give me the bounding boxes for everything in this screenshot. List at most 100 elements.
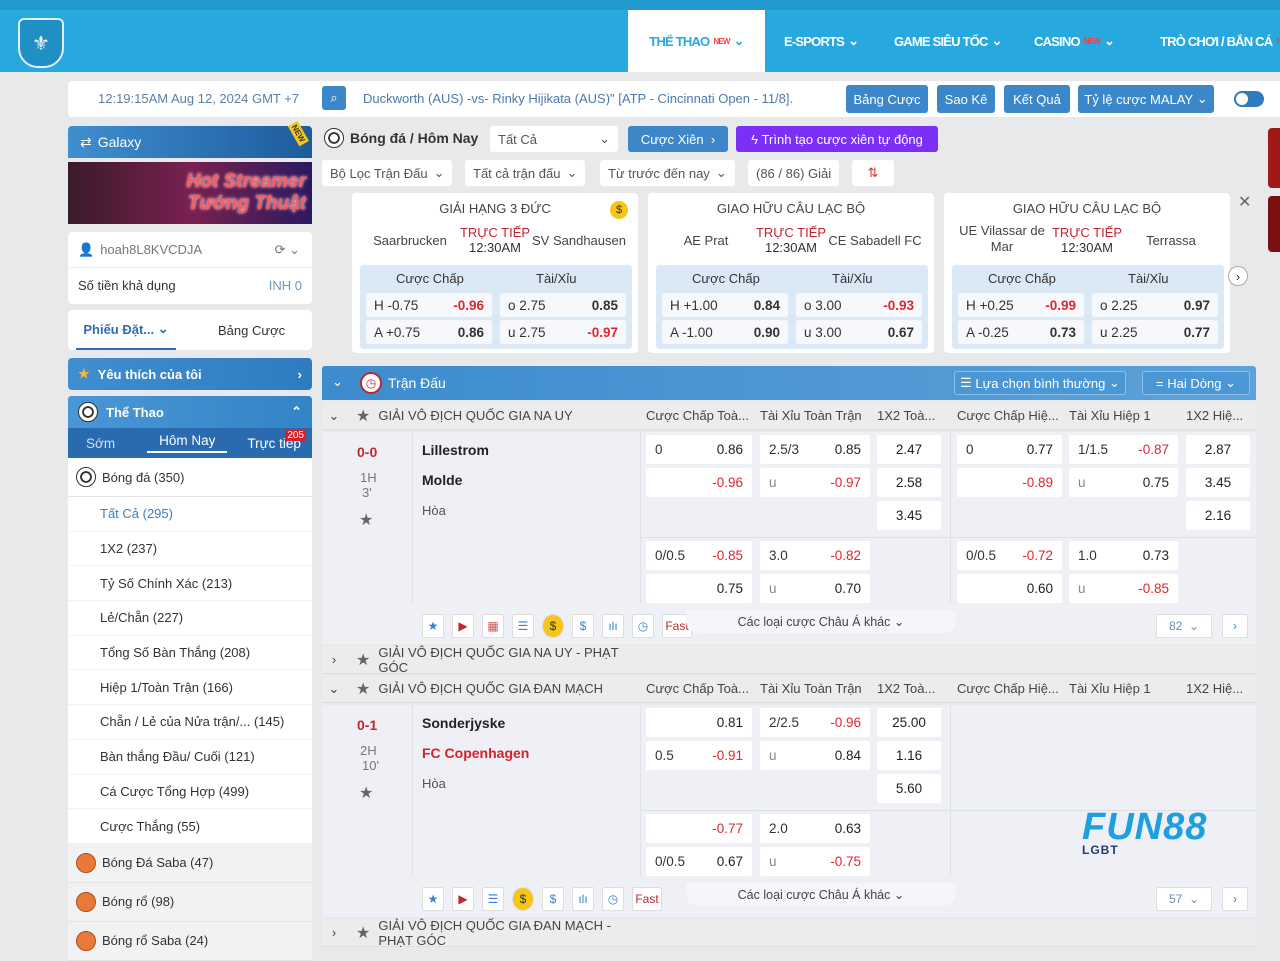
odds-cell[interactable]: 1.0 0.73: [1069, 541, 1178, 570]
odds-button[interactable]: u 2.75 -0.97: [500, 320, 626, 344]
odds-button[interactable]: H +0.25 -0.99: [958, 293, 1084, 317]
next-arrow-icon[interactable]: ›: [1228, 266, 1248, 286]
star-icon[interactable]: ★: [422, 887, 444, 911]
odds-1x2-cell[interactable]: 25.00: [877, 708, 941, 737]
sports-header[interactable]: Thể Thao ⌃: [68, 396, 312, 428]
odds-cell[interactable]: 0.75: [646, 574, 752, 603]
star-icon[interactable]: ★: [356, 406, 370, 426]
results-button[interactable]: Kết Quả: [1004, 85, 1070, 113]
chevron-icon[interactable]: ⌄: [322, 408, 346, 424]
odds-type-select[interactable]: Tỷ lệ cược MALAY ⌄: [1078, 85, 1214, 113]
tab-betslip[interactable]: Phiếu Đặt... ⌄: [76, 310, 176, 350]
nav-games-fishing[interactable]: TRÒ CHƠI / BẮN CÁNE: [1160, 10, 1280, 72]
stats-grid-icon[interactable]: ▦: [482, 614, 504, 638]
odds-cell[interactable]: -0.96: [646, 468, 752, 497]
market-filter-select[interactable]: Tất Cả ⌄: [490, 126, 618, 152]
match-filter-select[interactable]: Bộ Lọc Trận Đấu ⌄: [322, 160, 453, 186]
star-icon[interactable]: ★: [356, 679, 370, 699]
odds-cell[interactable]: -0.77: [646, 814, 752, 843]
bet-list-button[interactable]: Bảng Cược: [846, 85, 928, 113]
away-team[interactable]: FC Copenhagen: [422, 745, 529, 761]
favorite-star-icon[interactable]: ★: [359, 510, 373, 530]
home-team[interactable]: Sonderjyske: [422, 715, 505, 731]
odds-button[interactable]: u 3.00 0.67: [796, 320, 922, 344]
collapse-icon[interactable]: ⌄: [332, 374, 343, 390]
odds-cell[interactable]: 2/2.5 -0.96: [760, 708, 870, 737]
away-team[interactable]: Molde: [422, 472, 462, 488]
market-item[interactable]: Lẻ/Chẵn (227): [68, 601, 312, 636]
bar-chart-icon[interactable]: ılı: [572, 887, 594, 911]
news-ticker[interactable]: Duckworth (AUS) -vs- Rinky Hijikata (AUS…: [363, 91, 793, 106]
coin-icon[interactable]: $: [542, 614, 564, 638]
sport-item[interactable]: Bóng rổ (98): [68, 882, 312, 922]
odds-cell[interactable]: 0 0.77: [957, 435, 1062, 464]
odds-cell[interactable]: 2.5/3 0.85: [760, 435, 870, 464]
odds-cell[interactable]: u -0.85: [1069, 574, 1178, 603]
odds-1x2-cell[interactable]: 2.87: [1186, 435, 1250, 464]
league-row[interactable]: ⌄ ★ GIẢI VÔ ĐỊCH QUỐC GIA NA UY Cược Chấp T…: [322, 402, 1256, 430]
odds-button[interactable]: H -0.75 -0.96: [366, 293, 492, 317]
market-item[interactable]: Tất Cả (295): [68, 497, 312, 532]
star-icon[interactable]: ★: [356, 650, 370, 670]
market-item[interactable]: Cược Thắng (55): [68, 809, 312, 844]
play-icon[interactable]: ▶: [452, 614, 474, 638]
odds-button[interactable]: A +0.75 0.86: [366, 320, 492, 344]
sport-item[interactable]: Bóng Đá Saba (47): [68, 843, 312, 883]
tab-bet-list[interactable]: Bảng Cược: [218, 323, 285, 338]
club-logo[interactable]: ⚜: [18, 18, 64, 68]
promo-side-banner-2[interactable]: [1268, 196, 1280, 252]
time-range-select[interactable]: Từ trước đến nay ⌄: [600, 160, 735, 186]
odds-button[interactable]: H +1.00 0.84: [662, 293, 788, 317]
market-item[interactable]: Tổng Số Bàn Thắng (208): [68, 635, 312, 671]
galaxy-link[interactable]: ⇄ Galaxy NEW: [68, 120, 312, 158]
league-row-collapsed[interactable]: › ★ GIẢI VÔ ĐỊCH QUỐC GIA ĐAN MẠCH - PHẠT …: [322, 918, 1256, 948]
star-icon[interactable]: ★: [356, 923, 370, 943]
sport-item[interactable]: Bóng rổ Saba (24): [68, 921, 312, 961]
league-row[interactable]: ⌄ ★ GIẢI VÔ ĐỊCH QUỐC GIA ĐAN MẠCH Cược Chấ…: [322, 675, 1256, 703]
expand-arrow-icon[interactable]: ›: [1222, 614, 1248, 638]
nav-fast-games[interactable]: GAME SIÊU TỐC ⌄: [894, 10, 1003, 72]
odds-button[interactable]: o 2.75 0.85: [500, 293, 626, 317]
nav-esports[interactable]: E-SPORTS ⌄: [784, 10, 859, 72]
odds-button[interactable]: A -0.25 0.73: [958, 320, 1084, 344]
odds-button[interactable]: o 3.00 -0.93: [796, 293, 922, 317]
market-item[interactable]: Cá Cược Tổng Hợp (499): [68, 774, 312, 810]
more-asian-bets-button[interactable]: Các loại cược Châu Á khác ⌄: [686, 610, 956, 633]
odds-1x2-cell[interactable]: 2.47: [877, 435, 941, 464]
nav-sports[interactable]: THỂ THAO NEW ⌄: [628, 10, 765, 72]
odds-button[interactable]: o 2.25 0.97: [1092, 293, 1218, 317]
odds-cell[interactable]: u 0.84: [760, 741, 870, 770]
odds-cell[interactable]: u -0.97: [760, 468, 870, 497]
expand-arrow-icon[interactable]: ›: [1222, 887, 1248, 911]
hot-streamer-banner[interactable]: Hot Streamer Tướng Thuật: [68, 162, 312, 224]
odds-1x2-cell[interactable]: 3.45: [877, 501, 941, 530]
sport-football[interactable]: Bóng đá (350): [68, 458, 312, 497]
list-icon[interactable]: ☰: [482, 887, 504, 911]
odds-cell[interactable]: -0.89: [957, 468, 1062, 497]
odds-cell[interactable]: u -0.75: [760, 847, 870, 876]
history-icon[interactable]: ◷: [632, 614, 654, 638]
more-markets-count[interactable]: 57 ⌄: [1156, 887, 1212, 911]
market-item[interactable]: Chẵn / Lẻ của Nửa trận/... (145): [68, 705, 312, 740]
refresh-icon[interactable]: ⟳ ⌄: [275, 242, 300, 258]
market-item[interactable]: Hiệp 1/Toàn Trận (166): [68, 670, 312, 706]
bar-chart-icon[interactable]: ılı: [602, 614, 624, 638]
odds-cell[interactable]: 0.60: [957, 574, 1062, 603]
odds-cell[interactable]: 0.5 -0.91: [646, 741, 752, 770]
dollar-icon[interactable]: $: [542, 887, 564, 911]
featured-match-card[interactable]: GIẢI HẠNG 3 ĐỨC $ Saarbrucken SV Sandhausen…: [352, 193, 638, 353]
fast-button[interactable]: Fast: [632, 887, 662, 911]
odds-cell[interactable]: u 0.75: [1069, 468, 1178, 497]
home-team[interactable]: Lillestrom: [422, 442, 489, 458]
nav-casino[interactable]: CASINO NEW ⌄: [1034, 10, 1115, 72]
odds-button[interactable]: A -1.00 0.90: [662, 320, 788, 344]
odds-1x2-cell[interactable]: 2.58: [877, 468, 941, 497]
all-matches-select[interactable]: Tất cả trận đấu ⌄: [465, 160, 586, 186]
chevron-icon[interactable]: ›: [322, 925, 346, 940]
featured-match-card[interactable]: GIAO HỮU CÂU LẠC BỘ UE Vilassar de Mar Ter…: [944, 193, 1230, 353]
statement-button[interactable]: Sao Kê: [937, 85, 995, 113]
chevron-icon[interactable]: ⌄: [322, 681, 346, 697]
odds-button[interactable]: u 2.25 0.77: [1092, 320, 1218, 344]
odds-cell[interactable]: 0 0.86: [646, 435, 752, 464]
odds-1x2-cell[interactable]: 3.45: [1186, 468, 1250, 497]
